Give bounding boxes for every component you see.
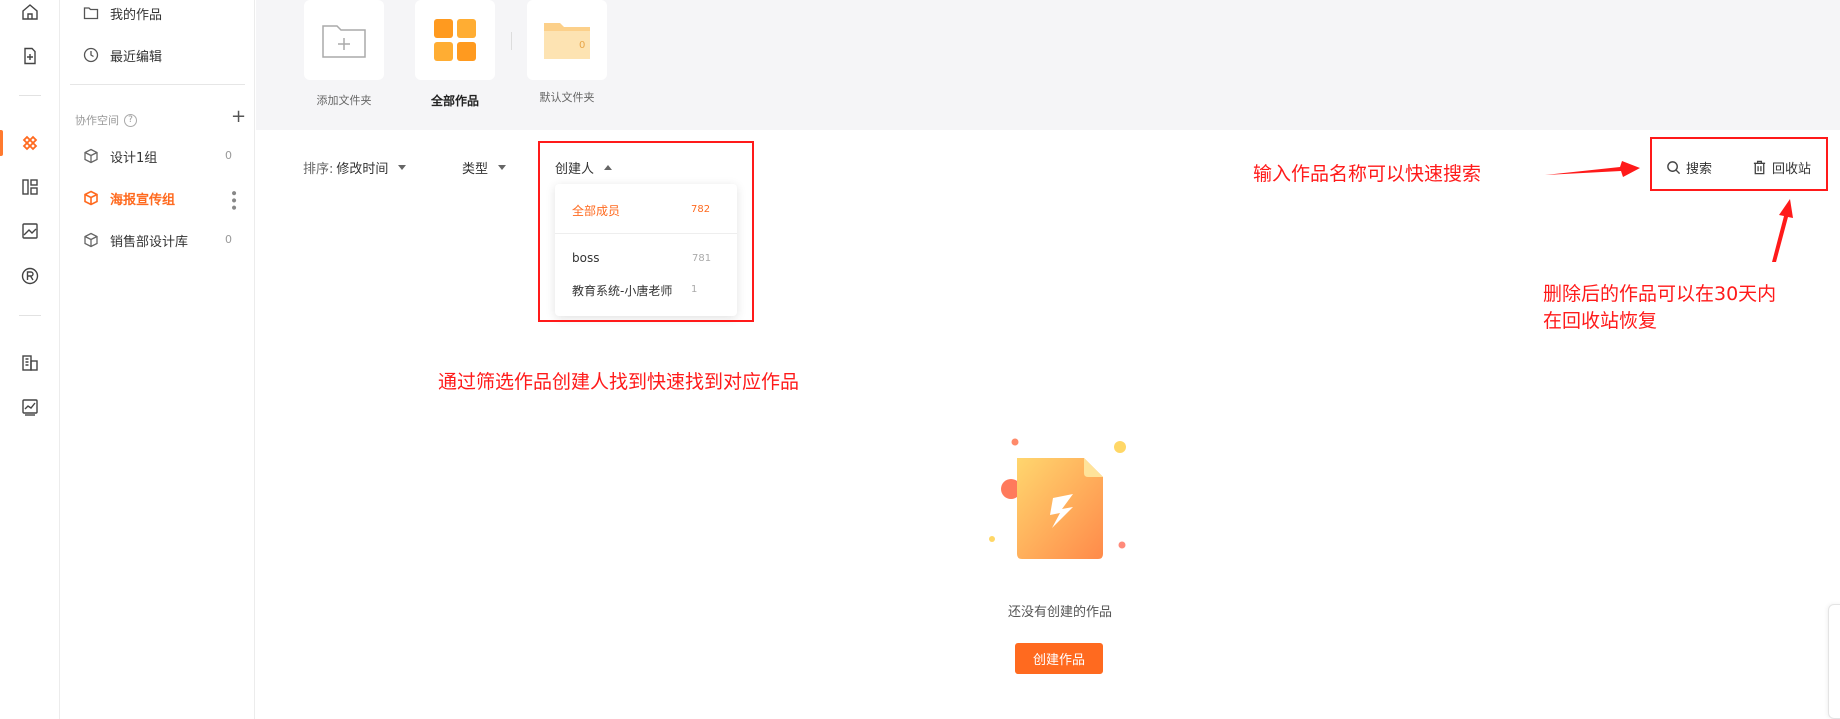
annotation-recycle-hint: 删除后的作品可以在30天内 在回收站恢复	[1543, 281, 1776, 335]
all-works-folder[interactable]	[415, 0, 495, 80]
clock-icon	[82, 46, 100, 64]
annotation-recycle-line2: 在回收站恢复	[1543, 310, 1658, 332]
cube-icon	[82, 147, 100, 165]
sort-filter[interactable]: 排序: 修改时间	[303, 158, 407, 177]
annotation-filter-hint: 通过筛选作品创建人找到快速找到对应作品	[438, 371, 800, 393]
chart-icon[interactable]	[21, 398, 39, 416]
add-group-button[interactable]: +	[231, 108, 246, 126]
arrow-to-search	[1545, 161, 1640, 177]
add-folder-button[interactable]	[304, 0, 384, 80]
side-widget[interactable]	[1828, 604, 1840, 719]
cube-icon	[82, 231, 100, 249]
group-count: 0	[225, 149, 232, 162]
layout-icon[interactable]	[21, 178, 39, 196]
new-file-icon[interactable]	[21, 47, 39, 65]
image-icon[interactable]	[21, 222, 39, 240]
annotation-box-creator	[538, 141, 754, 322]
type-filter[interactable]: 类型	[462, 158, 507, 177]
icon-rail	[0, 0, 60, 719]
annotation-recycle-line1: 删除后的作品可以在30天内	[1543, 283, 1777, 305]
sidebar-item-group[interactable]: 设计1组	[82, 145, 157, 167]
create-work-button[interactable]: 创建作品	[1015, 643, 1103, 674]
sidebar: 我的作品 最近编辑 协作空间 ? + 设计1组 0 海报宣传组 ••• 销售部设…	[60, 0, 255, 719]
help-icon[interactable]: ?	[124, 113, 137, 127]
workspace-icon[interactable]	[21, 134, 39, 152]
sidebar-item-label: 我的作品	[110, 7, 163, 23]
add-folder-icon	[322, 25, 366, 58]
more-options-icon[interactable]: •••	[225, 189, 241, 211]
folder-label: 全部作品	[430, 94, 479, 108]
sidebar-item-group[interactable]: 销售部设计库	[82, 229, 188, 251]
empty-state-illustration	[989, 438, 1126, 559]
default-folder[interactable]: 0	[527, 0, 607, 80]
sort-label: 排序:	[303, 162, 334, 177]
cube-icon	[82, 189, 100, 207]
building-icon[interactable]	[21, 354, 39, 372]
folder-divider	[511, 32, 512, 50]
sidebar-item-my-works[interactable]: 我的作品	[82, 2, 162, 24]
type-label: 类型	[462, 162, 489, 177]
sort-value: 修改时间	[336, 162, 389, 177]
section-title-text: 协作空间	[75, 114, 119, 127]
grid-icon	[434, 19, 476, 61]
sidebar-item-label: 销售部设计库	[110, 234, 189, 250]
empty-state-message: 还没有创建的作品	[1007, 605, 1112, 620]
folder-count: 0	[579, 40, 586, 51]
sidebar-item-group-active[interactable]: 海报宣传组	[82, 187, 175, 209]
sidebar-item-label: 海报宣传组	[110, 192, 176, 208]
group-count: 0	[225, 233, 232, 246]
rail-divider	[19, 95, 41, 96]
folder-label: 添加文件夹	[316, 94, 372, 107]
annotation-box-tools	[1650, 137, 1828, 191]
folder-icon	[82, 4, 100, 22]
registered-icon[interactable]	[21, 267, 39, 285]
rail-active-indicator	[0, 130, 3, 156]
section-title: 协作空间 ?	[75, 112, 137, 128]
home-icon[interactable]	[21, 3, 39, 21]
chevron-down-icon	[398, 165, 407, 170]
sidebar-item-label: 最近编辑	[110, 49, 163, 65]
rail-divider	[19, 315, 41, 316]
sidebar-divider	[70, 84, 245, 85]
sidebar-item-recent-edits[interactable]: 最近编辑	[82, 44, 162, 66]
chevron-down-icon	[498, 165, 507, 170]
sidebar-item-label: 设计1组	[110, 150, 158, 166]
arrow-to-recycle	[1772, 199, 1793, 262]
annotation-search-hint: 输入作品名称可以快速搜索	[1253, 163, 1482, 185]
folder-label: 默认文件夹	[539, 91, 595, 104]
